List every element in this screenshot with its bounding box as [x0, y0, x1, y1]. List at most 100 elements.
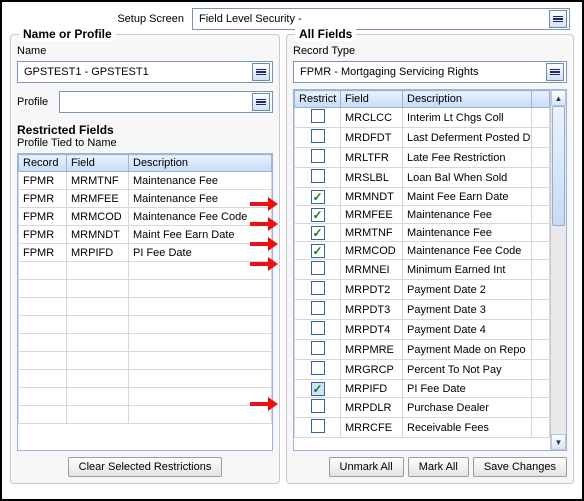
- cell-restrict[interactable]: [295, 260, 341, 280]
- panel-title-left: Name or Profile: [19, 27, 116, 41]
- table-row[interactable]: FPMRMRMCODMaintenance Fee Code: [19, 208, 272, 226]
- table-row[interactable]: [19, 370, 272, 388]
- restrict-checkbox[interactable]: [311, 149, 325, 163]
- scroll-up-icon[interactable]: ▲: [551, 90, 566, 106]
- cell-restrict[interactable]: [295, 188, 341, 206]
- dropdown-icon[interactable]: [252, 93, 270, 111]
- restrict-checkbox[interactable]: [311, 261, 325, 275]
- cell-restrict[interactable]: [295, 320, 341, 340]
- cell-restrict[interactable]: [295, 168, 341, 188]
- scroll-track[interactable]: [551, 106, 566, 434]
- table-row[interactable]: [19, 406, 272, 424]
- table-row[interactable]: MRPDT4Payment Date 4: [295, 320, 550, 340]
- table-row[interactable]: [19, 262, 272, 280]
- scroll-thumb[interactable]: [552, 106, 565, 226]
- cell-restrict[interactable]: [295, 148, 341, 168]
- restricted-fields-grid[interactable]: Record Field Description FPMRMRMTNFMaint…: [17, 153, 273, 451]
- table-row[interactable]: FPMRMRPIFDPI Fee Date: [19, 244, 272, 262]
- cell-description: Maintenance Fee: [403, 224, 532, 242]
- col-field[interactable]: Field: [341, 91, 403, 108]
- restrict-checkbox[interactable]: [311, 341, 325, 355]
- cell-restrict[interactable]: [295, 280, 341, 300]
- restrict-checkbox[interactable]: [311, 190, 325, 204]
- vertical-scrollbar[interactable]: ▲ ▼: [550, 90, 566, 450]
- table-row[interactable]: MRRCFEReceivable Fees: [295, 418, 550, 438]
- cell-restrict[interactable]: [295, 300, 341, 320]
- col-field[interactable]: Field: [67, 155, 129, 172]
- restrict-checkbox[interactable]: [311, 226, 325, 240]
- table-row[interactable]: FPMRMRMTNFMaintenance Fee: [19, 172, 272, 190]
- restrict-checkbox[interactable]: [311, 321, 325, 335]
- table-row[interactable]: MRCLCCInterim Lt Chgs Coll: [295, 108, 550, 128]
- table-row[interactable]: MRMNDTMaint Fee Earn Date: [295, 188, 550, 206]
- cell-restrict[interactable]: [295, 108, 341, 128]
- restrict-checkbox[interactable]: [311, 361, 325, 375]
- table-row[interactable]: FPMRMRMFEEMaintenance Fee: [19, 190, 272, 208]
- cell-description: Maint Fee Earn Date: [129, 226, 272, 244]
- restrict-checkbox[interactable]: [311, 419, 325, 433]
- col-description[interactable]: Description: [403, 91, 532, 108]
- table-row[interactable]: MRPDLRPurchase Dealer: [295, 398, 550, 418]
- cell-restrict[interactable]: [295, 360, 341, 380]
- clear-selected-restrictions-button[interactable]: Clear Selected Restrictions: [68, 457, 223, 477]
- cell-restrict[interactable]: [295, 128, 341, 148]
- table-row[interactable]: MRPDT3Payment Date 3: [295, 300, 550, 320]
- cell-description: Maintenance Fee Code: [129, 208, 272, 226]
- table-row[interactable]: MRSLBLLoan Bal When Sold: [295, 168, 550, 188]
- cell-description: Minimum Earned Int: [403, 260, 532, 280]
- table-row[interactable]: MRPIFDPI Fee Date: [295, 380, 550, 398]
- table-row[interactable]: MRMTNFMaintenance Fee: [295, 224, 550, 242]
- table-row[interactable]: [19, 316, 272, 334]
- restrict-checkbox[interactable]: [311, 129, 325, 143]
- name-combo[interactable]: GPSTEST1 - GPSTEST1: [17, 61, 273, 83]
- restrict-checkbox[interactable]: [311, 281, 325, 295]
- cell-restrict[interactable]: [295, 224, 341, 242]
- record-type-combo[interactable]: FPMR - Mortgaging Servicing Rights: [293, 61, 567, 83]
- col-restrict[interactable]: Restrict: [295, 91, 341, 108]
- cell-field: MRMFEE: [67, 190, 129, 208]
- dropdown-icon[interactable]: [546, 63, 564, 81]
- setup-screen-combo[interactable]: Field Level Security -: [192, 8, 570, 30]
- dropdown-icon[interactable]: [252, 63, 270, 81]
- col-description[interactable]: Description: [129, 155, 272, 172]
- table-row[interactable]: FPMRMRMNDTMaint Fee Earn Date: [19, 226, 272, 244]
- unmark-all-button[interactable]: Unmark All: [329, 457, 404, 477]
- table-row[interactable]: MRDFDTLast Deferment Posted Dt: [295, 128, 550, 148]
- cell-record: FPMR: [19, 226, 67, 244]
- table-row[interactable]: [19, 352, 272, 370]
- table-row[interactable]: MRGRCPPercent To Not Pay: [295, 360, 550, 380]
- scroll-down-icon[interactable]: ▼: [551, 434, 566, 450]
- cell-description: Maintenance Fee: [403, 206, 532, 224]
- save-changes-button[interactable]: Save Changes: [473, 457, 567, 477]
- restrict-checkbox[interactable]: [311, 301, 325, 315]
- all-fields-panel: All Fields Record Type FPMR - Mortgaging…: [286, 34, 574, 484]
- cell-restrict[interactable]: [295, 206, 341, 224]
- table-row[interactable]: MRLTFRLate Fee Restriction: [295, 148, 550, 168]
- mark-all-button[interactable]: Mark All: [408, 457, 469, 477]
- table-row[interactable]: [19, 298, 272, 316]
- cell-field: MRRCFE: [341, 418, 403, 438]
- restrict-checkbox[interactable]: [311, 109, 325, 123]
- restrict-checkbox[interactable]: [311, 244, 325, 258]
- profile-combo[interactable]: [59, 91, 273, 113]
- all-fields-grid[interactable]: Restrict Field Description MRCLCCInterim…: [293, 89, 567, 451]
- table-row[interactable]: MRPDT2Payment Date 2: [295, 280, 550, 300]
- restrict-checkbox[interactable]: [311, 208, 325, 222]
- table-row[interactable]: [19, 388, 272, 406]
- restrict-checkbox[interactable]: [311, 382, 325, 396]
- table-row[interactable]: MRPMREPayment Made on Repo: [295, 340, 550, 360]
- table-row[interactable]: [19, 334, 272, 352]
- cell-restrict[interactable]: [295, 340, 341, 360]
- dropdown-icon[interactable]: [549, 10, 567, 28]
- restrict-checkbox[interactable]: [311, 399, 325, 413]
- table-row[interactable]: MRMCODMaintenance Fee Code: [295, 242, 550, 260]
- col-record[interactable]: Record: [19, 155, 67, 172]
- table-row[interactable]: [19, 280, 272, 298]
- cell-restrict[interactable]: [295, 418, 341, 438]
- table-row[interactable]: MRMFEEMaintenance Fee: [295, 206, 550, 224]
- cell-restrict[interactable]: [295, 242, 341, 260]
- cell-restrict[interactable]: [295, 398, 341, 418]
- cell-restrict[interactable]: [295, 380, 341, 398]
- table-row[interactable]: MRMNEIMinimum Earned Int: [295, 260, 550, 280]
- restrict-checkbox[interactable]: [311, 169, 325, 183]
